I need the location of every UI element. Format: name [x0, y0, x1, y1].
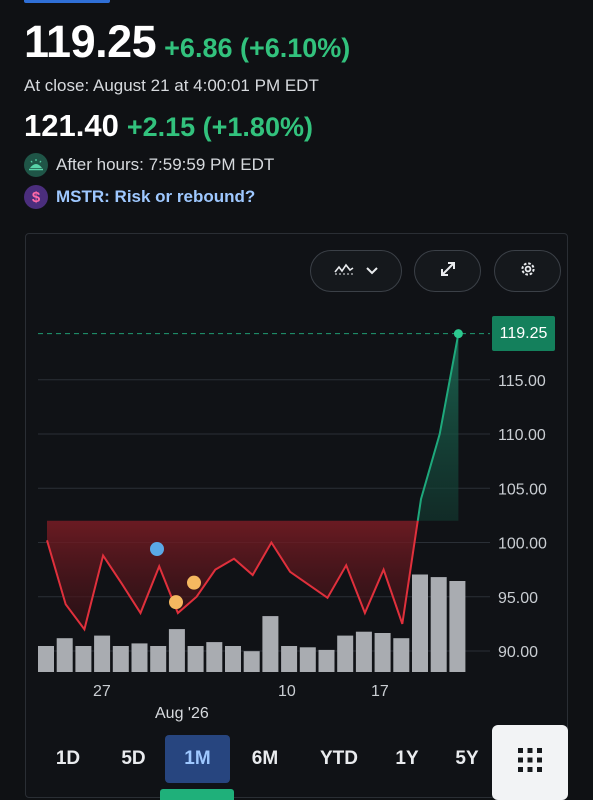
volume-bar: [281, 646, 298, 672]
volume-bar: [262, 616, 279, 672]
volume-bar: [131, 643, 148, 672]
range-1y[interactable]: 1Y: [378, 735, 436, 783]
y-tick-label: 90.00: [498, 644, 538, 661]
range-1d[interactable]: 1D: [34, 735, 102, 783]
below-baseline-area: [47, 520, 418, 630]
volume-bar: [430, 577, 447, 672]
x-tick-label: 27: [93, 683, 111, 700]
range-5d[interactable]: 5D: [102, 735, 165, 783]
volume-bar: [355, 631, 372, 672]
event-marker: [187, 575, 201, 590]
range-5y[interactable]: 5Y: [436, 735, 498, 783]
volume-bar: [112, 646, 129, 672]
volume-bar: [75, 646, 92, 672]
month-label: Aug '26: [155, 705, 209, 722]
range-ytd[interactable]: YTD: [300, 735, 378, 783]
event-marker: [150, 542, 164, 557]
volume-bar: [337, 635, 354, 672]
volume-bar: [299, 647, 316, 672]
x-tick-label: 10: [278, 683, 296, 700]
y-tick-label: 105.00: [498, 481, 547, 498]
volume-bar: [168, 629, 185, 672]
volume-bar: [225, 646, 241, 672]
active-range-indicator: [160, 789, 234, 800]
volume-bar: [150, 646, 167, 672]
volume-bar: [94, 635, 111, 672]
volume-bar: [412, 574, 428, 672]
volume-bar: [318, 649, 335, 672]
y-tick-label: 100.00: [498, 536, 547, 553]
event-marker: [169, 595, 183, 610]
grid-dots-icon: [516, 746, 544, 779]
volume-bar: [56, 638, 73, 672]
more-menu-button[interactable]: [492, 725, 568, 800]
volume-bar: [374, 633, 391, 672]
volume-bar: [449, 581, 466, 672]
volume-bar: [206, 642, 223, 672]
volume-bar: [243, 651, 260, 672]
range-selector: 1D 5D 1M 6M YTD 1Y 5Y: [34, 735, 498, 783]
y-tick-label: 115.00: [498, 373, 546, 390]
volume-bar: [393, 638, 410, 672]
y-tick-label: 110.00: [498, 427, 546, 444]
current-price-point: [453, 329, 463, 339]
range-1m[interactable]: 1M: [165, 735, 230, 783]
volume-bar: [38, 646, 54, 672]
current-price-tag: 119.25: [492, 316, 555, 351]
range-6m[interactable]: 6M: [230, 735, 300, 783]
y-tick-label: 95.00: [498, 590, 538, 607]
x-tick-label: 17: [371, 683, 389, 700]
volume-bar: [187, 646, 204, 672]
price-chart[interactable]: 90.00 95.00 100.00 105.00 110.00 115.00: [0, 0, 593, 800]
